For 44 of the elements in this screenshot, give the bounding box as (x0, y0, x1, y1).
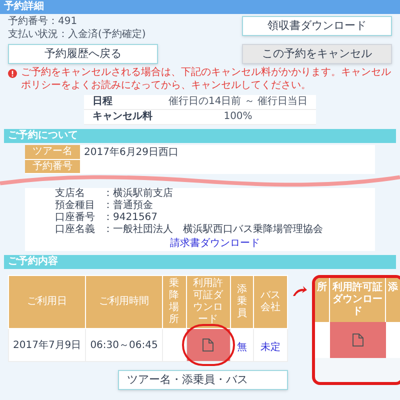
bank-value: ：横浜駅前支店 (103, 188, 173, 200)
table-header-cell: ツアー名 (25, 145, 80, 160)
section-title: ご予約について (8, 130, 78, 142)
edit-details-button[interactable]: ツアー名・添乗員・バス (118, 370, 288, 390)
table-cell: 06:30～06:45 (86, 328, 162, 362)
warning-icon (8, 69, 17, 78)
table-header-cell: 添 (386, 278, 400, 322)
table-link[interactable]: 無 (237, 342, 247, 353)
table-cell: 100% (160, 110, 316, 124)
cancel-button[interactable]: この予約をキャンセル (242, 44, 392, 64)
table-header-cell: ご利用日 (8, 276, 86, 328)
section-title: ご予約内容 (8, 256, 58, 268)
bank-label: 口座番号 (55, 212, 96, 224)
pointer-arrow-icon (292, 285, 308, 297)
table-cell (315, 322, 330, 358)
booking-info-text: 予約番号：491 (8, 16, 78, 28)
table-header-cell: 日程 (84, 95, 160, 110)
invoice-download-link[interactable]: 請求書ダウンロード (170, 236, 260, 251)
table-header-cell: バス会社 (254, 276, 288, 328)
page-title: 予約詳細 (4, 1, 44, 13)
back-button[interactable]: 予約履歴へ戻る (8, 44, 158, 64)
table-header-cell: キャンセル料 (84, 110, 160, 124)
file-icon (352, 333, 364, 347)
bank-label: 預金種目 (55, 200, 96, 212)
download-cell[interactable] (186, 329, 230, 361)
table-cell: 催行日の14日前 ～ 催行日当日 (160, 95, 316, 110)
table-cell-text: 2017年6月29日西口 (83, 146, 179, 160)
table-header-cell: 利用許可証ダウンロード (186, 276, 230, 328)
booking-info-text: 支払い状況：入金済(予約確定) (8, 28, 146, 41)
table-header-cell: 乗降場所 (162, 276, 186, 328)
table-header-cell: 添乗員 (230, 276, 254, 328)
warning-text: ご予約をキャンセルされる場合は、下記のキャンセル料がかかります。キャンセルポリシーをよくお読みになってから、キャンセルしてください。 (21, 67, 392, 92)
table-header-cell: ご利用時間 (86, 276, 162, 328)
bank-value: ：一般社団法人 横浜駅西口バス乗降場管理協会 (103, 224, 323, 236)
table-header-cell: 利用許可証ダウンロード (330, 278, 386, 322)
file-icon (202, 338, 214, 352)
bank-value: ：9421567 (103, 212, 158, 224)
table-cell: 2017年7月9日 (8, 328, 86, 362)
receipt-download-button[interactable]: 領収書ダウンロード (242, 16, 392, 36)
bank-value: ：普通預金 (103, 200, 153, 212)
table-header-cell: 所 (315, 278, 330, 322)
bank-label: 支店名 (55, 188, 86, 200)
table-header-cell: 予約番号 (25, 160, 80, 174)
bank-label: 口座名義 (55, 224, 96, 236)
